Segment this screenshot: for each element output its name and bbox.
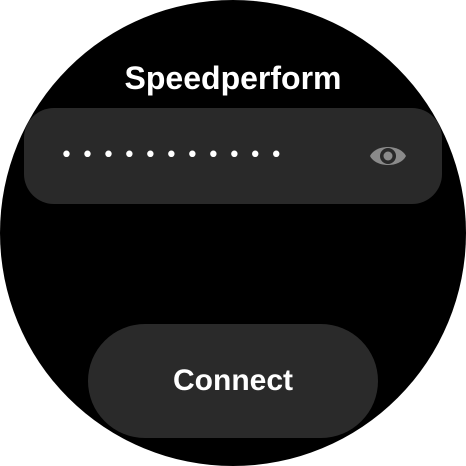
network-name-title: Speedperform — [124, 60, 342, 96]
connect-button[interactable]: Connect — [88, 324, 378, 438]
password-masked-text: ••••••••••• — [60, 143, 291, 168]
password-input-field[interactable]: ••••••••••• — [24, 108, 442, 204]
eye-icon[interactable] — [368, 138, 408, 174]
watch-screen: Speedperform ••••••••••• Connect — [0, 0, 466, 466]
